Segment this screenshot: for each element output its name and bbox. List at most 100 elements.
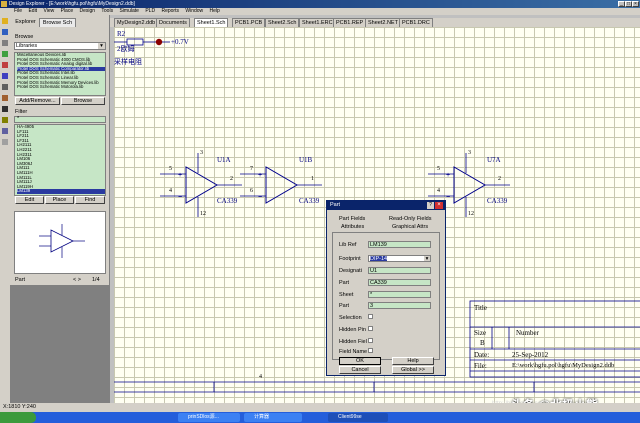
browse-select[interactable]: Libraries ▾ [14, 42, 106, 50]
footprint-select[interactable]: DIP-14 ▾ [368, 255, 431, 262]
lib-ref-field[interactable]: LM139 [368, 241, 431, 248]
port-icon[interactable] [2, 128, 8, 134]
tab-graphical-attrs[interactable]: Graphical Attrs [392, 224, 428, 230]
tab-sheet2-sch[interactable]: Sheet2.Sch [265, 18, 300, 27]
chevron-down-icon[interactable]: ▾ [424, 256, 430, 261]
filter-input[interactable]: * [14, 116, 106, 123]
browse-button[interactable]: Browse [61, 97, 105, 105]
folder-icon[interactable] [2, 18, 8, 24]
window-title: Design Explorer - [E:\work\hgfu.pol\hgfu… [9, 1, 135, 7]
opamp-part[interactable]: CA339 [217, 197, 237, 205]
svg-text:−: − [258, 194, 262, 201]
pin-number: 5 [437, 166, 440, 172]
menu-place[interactable]: Place [61, 8, 74, 14]
part-number-label: Part [339, 303, 350, 309]
power-port-icon [155, 38, 163, 46]
menu-pld[interactable]: PLD [145, 8, 155, 14]
add-remove-button[interactable]: Add/Remove... [15, 97, 60, 105]
opamp-preview-icon [39, 224, 85, 258]
chevron-down-icon[interactable]: ▾ [98, 43, 105, 49]
menu-design[interactable]: Design [80, 8, 96, 14]
taskbar-item[interactable]: prinSDlos源... [178, 413, 240, 422]
tab-part-fields[interactable]: Part Fields [339, 216, 365, 222]
tab-pcb1-pcb[interactable]: PCB1.PCB [232, 18, 266, 27]
part-icon[interactable] [2, 84, 8, 90]
sheet-field[interactable]: * [368, 291, 431, 298]
wire-icon[interactable] [2, 62, 8, 68]
menu-edit[interactable]: Edit [28, 8, 37, 14]
tab-sheet1-erc[interactable]: Sheet1.ERC [299, 18, 336, 27]
help-button[interactable]: Help [392, 357, 434, 365]
opamp-ref[interactable]: U1B [299, 156, 312, 164]
tab-sheet1-sch[interactable]: Sheet1.Sch [194, 18, 229, 27]
library-item[interactable]: Protel DOS Schematic Motorola.lib [17, 85, 105, 90]
cancel-button[interactable]: Cancel [339, 366, 381, 374]
tab-attributes[interactable]: Attributes [341, 224, 364, 230]
hidden-field-checkbox[interactable] [368, 338, 373, 343]
pin-number: 4 [437, 188, 440, 194]
menu-help[interactable]: Help [210, 8, 220, 14]
menu-file[interactable]: File [14, 8, 22, 14]
tab-documents[interactable]: Documents [156, 18, 190, 27]
hidden-pin-checkbox[interactable] [368, 326, 373, 331]
bus-icon[interactable] [2, 73, 8, 79]
pin-number: 3 [200, 150, 203, 156]
minimize-button[interactable]: _ [618, 1, 625, 7]
zoom-icon[interactable] [2, 51, 8, 57]
selection-checkbox[interactable] [368, 314, 373, 319]
file-label: File: [474, 362, 487, 370]
tab-pcb1-rep[interactable]: PCB1.REP [333, 18, 367, 27]
close-button[interactable]: × [632, 1, 639, 7]
taskbar-item[interactable]: 计算器 [244, 413, 302, 422]
resistor-ref[interactable]: R2 [117, 30, 125, 38]
menu-view[interactable]: View [43, 8, 54, 14]
maximize-button[interactable]: □ [625, 1, 632, 7]
junction-icon[interactable] [2, 95, 8, 101]
menu-simulate[interactable]: Simulate [119, 8, 138, 14]
help-icon[interactable]: ? [427, 202, 434, 209]
close-icon[interactable]: × [435, 202, 443, 209]
opamp-ref[interactable]: U7A [487, 156, 501, 164]
menu-reports[interactable]: Reports [161, 8, 179, 14]
field-name-checkbox[interactable] [368, 348, 373, 353]
opamp-part[interactable]: CA339 [299, 197, 319, 205]
ok-button[interactable]: OK [339, 357, 381, 365]
part-number-field[interactable]: 3 [368, 302, 431, 309]
find-button[interactable]: Find [75, 196, 105, 204]
resistor-note[interactable]: 采样电阻 [114, 57, 142, 67]
component-list[interactable]: HA-4905 LF111 LF211 LF311 LH2111 LH2211 LH2311… [14, 124, 106, 196]
global-button[interactable]: Global >> [392, 366, 434, 374]
start-button[interactable] [0, 412, 36, 423]
power-label[interactable]: +0.7V [171, 38, 189, 46]
title-bar: Design Explorer - [E:\work\hgfu.pol\hgfu… [0, 0, 640, 8]
edit-button[interactable]: Edit [15, 196, 44, 204]
opamp-part[interactable]: CA339 [487, 197, 507, 205]
tab-pcb1-drc[interactable]: PCB1.DRC [399, 18, 433, 27]
power-icon[interactable] [2, 106, 8, 112]
designator-field[interactable]: U1 [368, 267, 431, 274]
panel-lower-area [10, 285, 109, 403]
pin-number: 12 [200, 211, 206, 217]
tab-explorer[interactable]: Explorer [12, 18, 39, 27]
tab-read-only-fields[interactable]: Read-Only Fields [389, 216, 432, 222]
date-label: Date: [474, 351, 490, 359]
part-nav-arrows[interactable]: < > [73, 277, 81, 283]
opamp-ref[interactable]: U1A [217, 156, 231, 164]
print-icon[interactable] [2, 40, 8, 46]
tab-mydesign2-ddb[interactable]: MyDesign2.ddb [114, 18, 159, 27]
hidden-pin-label: Hidden Pin [339, 327, 366, 333]
tab-sheet2-net[interactable]: Sheet2.NET [365, 18, 401, 27]
component-item[interactable]: LM139 [17, 189, 105, 194]
library-list[interactable]: Miscellaneous Devices.lib Protel DOS Sche… [14, 52, 106, 96]
tab-browse-sch[interactable]: Browse Sch [39, 18, 76, 27]
netlabel-icon[interactable] [2, 117, 8, 123]
part-type-field[interactable]: CA339 [368, 279, 431, 286]
save-icon[interactable] [2, 29, 8, 35]
menu-tools[interactable]: Tools [101, 8, 113, 14]
text-icon[interactable] [2, 139, 8, 145]
place-button[interactable]: Place [45, 196, 74, 204]
menu-window[interactable]: Window [185, 8, 203, 14]
taskbar-item[interactable]: Client99se [328, 413, 388, 422]
resistor-value[interactable]: 2欧姆 [117, 44, 135, 54]
explorer-panel: Explorer Browse Sch Browse Libraries ▾ M… [10, 15, 110, 403]
